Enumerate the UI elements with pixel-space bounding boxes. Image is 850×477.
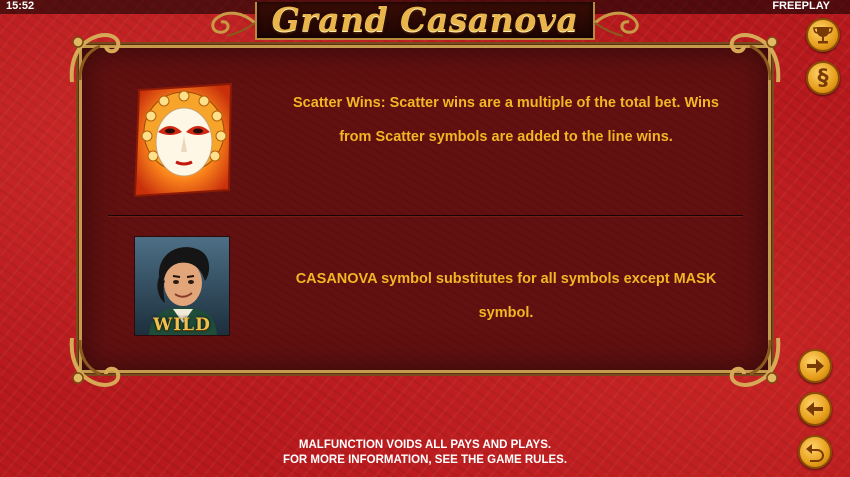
corner-ornament-icon: [729, 337, 781, 387]
trophy-icon: [813, 27, 833, 44]
paytable-button[interactable]: [806, 18, 840, 52]
game-logo: Grand Casanova: [205, 0, 645, 40]
previous-page-button[interactable]: [798, 392, 832, 426]
footer-line-2: FOR MORE INFORMATION, SEE THE GAME RULES…: [282, 454, 568, 466]
rules-button[interactable]: §: [806, 61, 840, 95]
scatter-rule-text: Scatter Wins: Scatter wins are a multipl…: [293, 95, 719, 145]
legal-footer: MALFUNCTION VOIDS ALL PAYS AND PLAYS. FO…: [0, 438, 850, 468]
arrow-right-icon: [807, 359, 824, 373]
mask-scatter-symbol: [133, 82, 233, 197]
corner-ornament-icon: [69, 337, 121, 387]
arrow-left-icon: [806, 402, 823, 416]
casanova-wild-symbol: WILD: [134, 236, 230, 336]
footer-line-1: MALFUNCTION VOIDS ALL PAYS AND PLAYS.: [298, 439, 552, 451]
play-mode-label: FREEPLAY: [772, 0, 830, 12]
section-icon: §: [817, 65, 829, 91]
next-page-button[interactable]: [798, 349, 832, 383]
logo-title: Grand Casanova: [271, 0, 579, 39]
wild-rule-text: CASANOVA symbol substitutes for all symb…: [295, 271, 717, 321]
ornament-scroll-icon: [211, 11, 257, 37]
corner-ornament-icon: [729, 33, 781, 83]
row-divider: [108, 215, 743, 216]
ornament-scroll-icon: [593, 11, 639, 37]
corner-ornament-icon: [69, 33, 121, 83]
clock: 15:52: [6, 0, 35, 12]
wild-label: WILD: [153, 315, 211, 335]
